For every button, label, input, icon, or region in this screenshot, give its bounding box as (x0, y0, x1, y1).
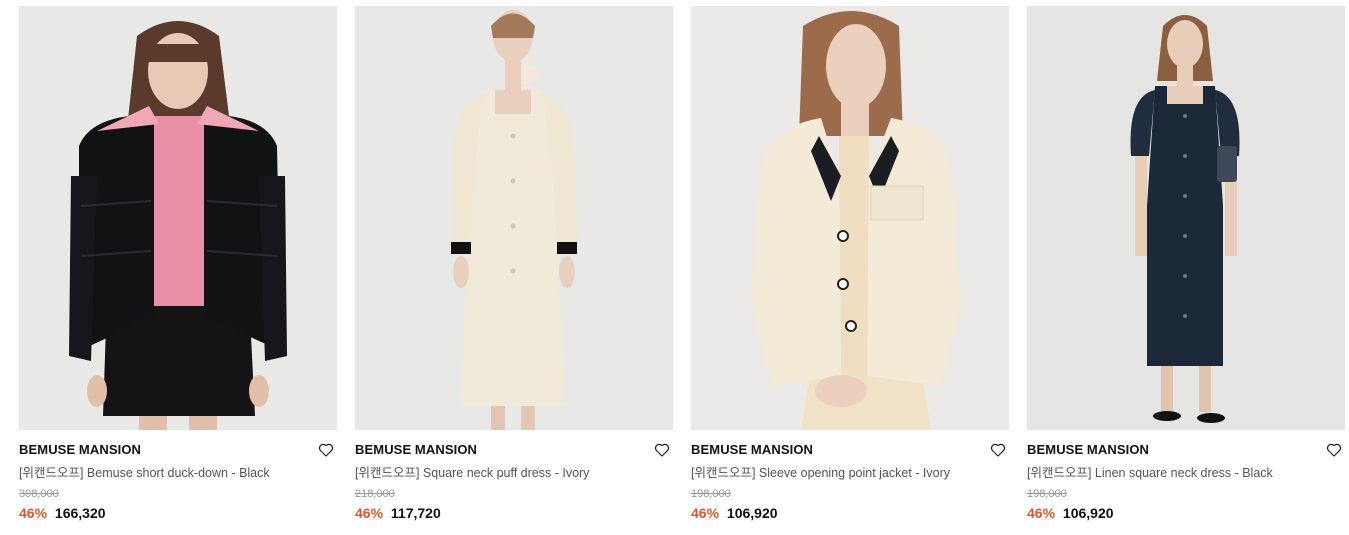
product-brand[interactable]: BEMUSE MANSION (1027, 440, 1345, 460)
price-row: 46% 106,920 (691, 504, 1009, 522)
heart-outline-icon[interactable] (653, 441, 671, 459)
original-price: 198,000 (691, 488, 731, 500)
product-photo-ivory-dress (355, 6, 673, 430)
product-name[interactable]: [위캔드오프] Sleeve opening point jacket - Iv… (691, 464, 1009, 482)
heart-outline-icon[interactable] (317, 441, 335, 459)
product-image[interactable] (691, 6, 1009, 430)
product-image[interactable] (1027, 6, 1345, 430)
product-photo-puffer (19, 6, 337, 430)
original-price: 308,000 (19, 488, 59, 500)
product-photo-ivory-jacket (691, 6, 1009, 430)
discount-rate: 46% (19, 505, 48, 521)
sale-price: 166,320 (54, 505, 106, 521)
price-row: 46% 166,320 (19, 504, 337, 522)
original-price: 218,000 (355, 488, 395, 500)
product-card[interactable]: BEMUSE MANSION [위캔드오프] Linen square neck… (1027, 6, 1345, 522)
product-brand[interactable]: BEMUSE MANSION (355, 440, 673, 460)
product-brand[interactable]: BEMUSE MANSION (19, 440, 337, 460)
product-brand[interactable]: BEMUSE MANSION (691, 440, 1009, 460)
product-name[interactable]: [위캔드오프] Linen square neck dress - Black (1027, 464, 1345, 482)
product-name[interactable]: [위캔드오프] Bemuse short duck-down - Black (19, 464, 337, 482)
product-grid: BEMUSE MANSION [위캔드오프] Bemuse short duck… (0, 0, 1349, 535)
sale-price: 106,920 (1062, 505, 1114, 521)
heart-outline-icon[interactable] (1325, 441, 1343, 459)
product-card[interactable]: BEMUSE MANSION [위캔드오프] Bemuse short duck… (19, 6, 337, 522)
discount-rate: 46% (691, 505, 720, 521)
discount-rate: 46% (355, 505, 384, 521)
original-price: 198,000 (1027, 488, 1067, 500)
product-card[interactable]: BEMUSE MANSION [위캔드오프] Square neck puff … (355, 6, 673, 522)
product-card[interactable]: BEMUSE MANSION [위캔드오프] Sleeve opening po… (691, 6, 1009, 522)
product-photo-navy-dress (1027, 6, 1345, 430)
heart-outline-icon[interactable] (989, 441, 1007, 459)
discount-rate: 46% (1027, 505, 1056, 521)
product-image[interactable] (355, 6, 673, 430)
sale-price: 106,920 (726, 505, 778, 521)
price-row: 46% 117,720 (355, 504, 673, 522)
price-row: 46% 106,920 (1027, 504, 1345, 522)
product-image[interactable] (19, 6, 337, 430)
product-name[interactable]: [위캔드오프] Square neck puff dress - Ivory (355, 464, 673, 482)
sale-price: 117,720 (390, 505, 441, 521)
